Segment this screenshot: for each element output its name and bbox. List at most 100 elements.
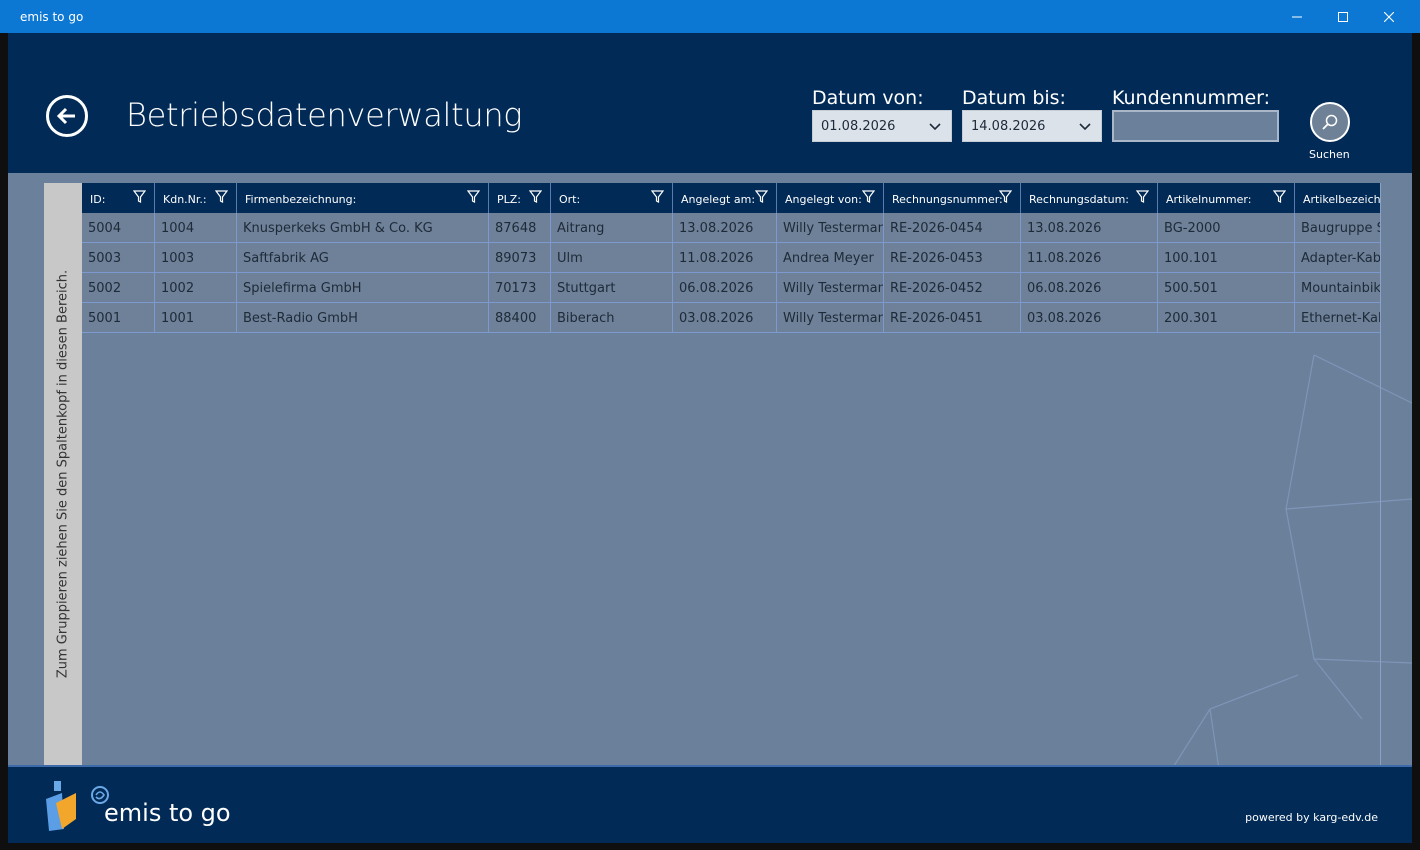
- grid-body: 5004 1004 Knusperkeks GmbH & Co. KG 87648 Ai…: [82, 213, 1380, 333]
- customer-number-input[interactable]: [1112, 110, 1279, 142]
- table-cell: Ulm: [551, 243, 673, 273]
- funnel-icon[interactable]: [215, 190, 228, 203]
- table-cell: 1001: [155, 303, 237, 333]
- table-cell: 03.08.2026: [673, 303, 777, 333]
- maximize-icon: [1338, 11, 1348, 22]
- column-header[interactable]: Artikelbezeichnung:: [1295, 183, 1381, 213]
- page-title: Betriebsdatenverwaltung: [126, 96, 523, 134]
- table-cell: 200.301: [1158, 303, 1295, 333]
- data-grid: ID: Kdn.Nr.: Firmenbezeichnung: PLZ: Ort: Ang…: [82, 183, 1381, 765]
- funnel-icon[interactable]: [755, 190, 768, 203]
- table-cell: 03.08.2026: [1021, 303, 1158, 333]
- table-cell: Mountainbik: [1295, 273, 1380, 303]
- table-cell: 1004: [155, 213, 237, 243]
- funnel-icon[interactable]: [651, 190, 664, 203]
- title-bar[interactable]: emis to go: [0, 0, 1420, 33]
- table-cell: 1003: [155, 243, 237, 273]
- maximize-button[interactable]: [1320, 0, 1366, 33]
- table-cell: Baugruppe S: [1295, 213, 1380, 243]
- table-cell: Andrea Meyer: [777, 243, 884, 273]
- table-cell: Spielefirma GmbH: [237, 273, 489, 303]
- funnel-icon[interactable]: [999, 190, 1012, 203]
- content-frame: Betriebsdatenverwaltung Datum von: 01.08…: [8, 33, 1412, 843]
- table-cell: Best-Radio GmbH: [237, 303, 489, 333]
- close-button[interactable]: [1366, 0, 1412, 33]
- table-cell: BG-2000: [1158, 213, 1295, 243]
- column-header[interactable]: Angelegt von:: [777, 183, 884, 213]
- table-cell: RE-2026-0452: [884, 273, 1021, 303]
- powered-by: powered by karg-edv.de: [1245, 811, 1378, 824]
- table-cell: Willy Testermann: [777, 273, 884, 303]
- close-icon: [1384, 11, 1394, 22]
- table-cell: Knusperkeks GmbH & Co. KG: [237, 213, 489, 243]
- grid-header: ID: Kdn.Nr.: Firmenbezeichnung: PLZ: Ort: Ang…: [82, 183, 1381, 213]
- funnel-icon[interactable]: [133, 190, 146, 203]
- column-header[interactable]: Firmenbezeichnung:: [237, 183, 489, 213]
- column-header[interactable]: Angelegt am:: [673, 183, 777, 213]
- column-header-label: PLZ:: [497, 193, 522, 206]
- window-title: emis to go: [20, 10, 84, 24]
- column-header-label: Artikelnummer:: [1166, 193, 1252, 206]
- table-cell: Biberach: [551, 303, 673, 333]
- column-header[interactable]: Rechnungsdatum:: [1021, 183, 1158, 213]
- table-cell: RE-2026-0454: [884, 213, 1021, 243]
- date-from-label: Datum von:: [812, 87, 924, 109]
- group-by-panel[interactable]: Zum Gruppieren ziehen Sie den Spaltenkop…: [44, 183, 82, 765]
- column-header[interactable]: Rechnungsnummer:: [884, 183, 1021, 213]
- table-cell: RE-2026-0453: [884, 243, 1021, 273]
- table-cell: Adapter-Kab: [1295, 243, 1380, 273]
- table-cell: 06.08.2026: [1021, 273, 1158, 303]
- column-header-label: Rechnungsdatum:: [1029, 193, 1129, 206]
- table-row[interactable]: 5001 1001 Best-Radio GmbH 88400 Biberach 03.0…: [82, 303, 1380, 333]
- chevron-down-icon: [929, 123, 941, 131]
- table-cell: 5004: [82, 213, 155, 243]
- column-header-label: Angelegt von:: [785, 193, 862, 206]
- date-to-value: 14.08.2026: [971, 119, 1046, 134]
- back-button[interactable]: [46, 95, 88, 137]
- column-header-label: Artikelbezeichnung:: [1303, 193, 1381, 206]
- search-button[interactable]: [1310, 102, 1350, 142]
- table-row[interactable]: 5003 1003 Saftfabrik AG 89073 Ulm 11.08.2026 A…: [82, 243, 1380, 273]
- funnel-icon[interactable]: [529, 190, 542, 203]
- footer: emis to go powered by karg-edv.de: [8, 765, 1412, 843]
- minimize-button[interactable]: [1274, 0, 1320, 33]
- column-header[interactable]: PLZ:: [489, 183, 551, 213]
- table-cell: 70173: [489, 273, 551, 303]
- search-label: Suchen: [1309, 148, 1350, 161]
- column-header-label: Firmenbezeichnung:: [245, 193, 357, 206]
- group-by-hint: Zum Gruppieren ziehen Sie den Spaltenkop…: [55, 269, 71, 679]
- table-cell: 5003: [82, 243, 155, 273]
- column-header-label: Kdn.Nr.:: [163, 193, 207, 206]
- column-header[interactable]: Artikelnummer:: [1158, 183, 1295, 213]
- date-to-select[interactable]: 14.08.2026: [962, 110, 1102, 142]
- table-cell: Aitrang: [551, 213, 673, 243]
- table-cell: Willy Testermann: [777, 303, 884, 333]
- table-cell: 100.101: [1158, 243, 1295, 273]
- funnel-icon[interactable]: [1273, 190, 1286, 203]
- column-header[interactable]: ID:: [82, 183, 155, 213]
- funnel-icon[interactable]: [467, 190, 480, 203]
- back-arrow-icon: [56, 107, 75, 125]
- table-cell: 5002: [82, 273, 155, 303]
- table-row[interactable]: 5002 1002 Spielefirma GmbH 70173 Stuttgart 06…: [82, 273, 1380, 303]
- date-from-select[interactable]: 01.08.2026: [812, 110, 952, 142]
- date-from-value: 01.08.2026: [821, 119, 896, 134]
- table-row[interactable]: 5004 1004 Knusperkeks GmbH & Co. KG 87648 Ai…: [82, 213, 1380, 243]
- table-cell: 13.08.2026: [673, 213, 777, 243]
- table-cell: 11.08.2026: [673, 243, 777, 273]
- table-cell: RE-2026-0451: [884, 303, 1021, 333]
- column-header-label: ID:: [90, 193, 106, 206]
- table-cell: 1002: [155, 273, 237, 303]
- table-cell: Stuttgart: [551, 273, 673, 303]
- minimize-icon: [1292, 16, 1302, 17]
- funnel-icon[interactable]: [1136, 190, 1149, 203]
- table-cell: Willy Testermann: [777, 213, 884, 243]
- column-header[interactable]: Ort:: [551, 183, 673, 213]
- column-header-label: Ort:: [559, 193, 581, 206]
- column-header-label: Rechnungsnummer:: [892, 193, 1003, 206]
- funnel-icon[interactable]: [862, 190, 875, 203]
- page-header: Betriebsdatenverwaltung Datum von: 01.08…: [8, 33, 1412, 173]
- table-cell: 89073: [489, 243, 551, 273]
- date-to-label: Datum bis:: [962, 87, 1066, 109]
- column-header[interactable]: Kdn.Nr.:: [155, 183, 237, 213]
